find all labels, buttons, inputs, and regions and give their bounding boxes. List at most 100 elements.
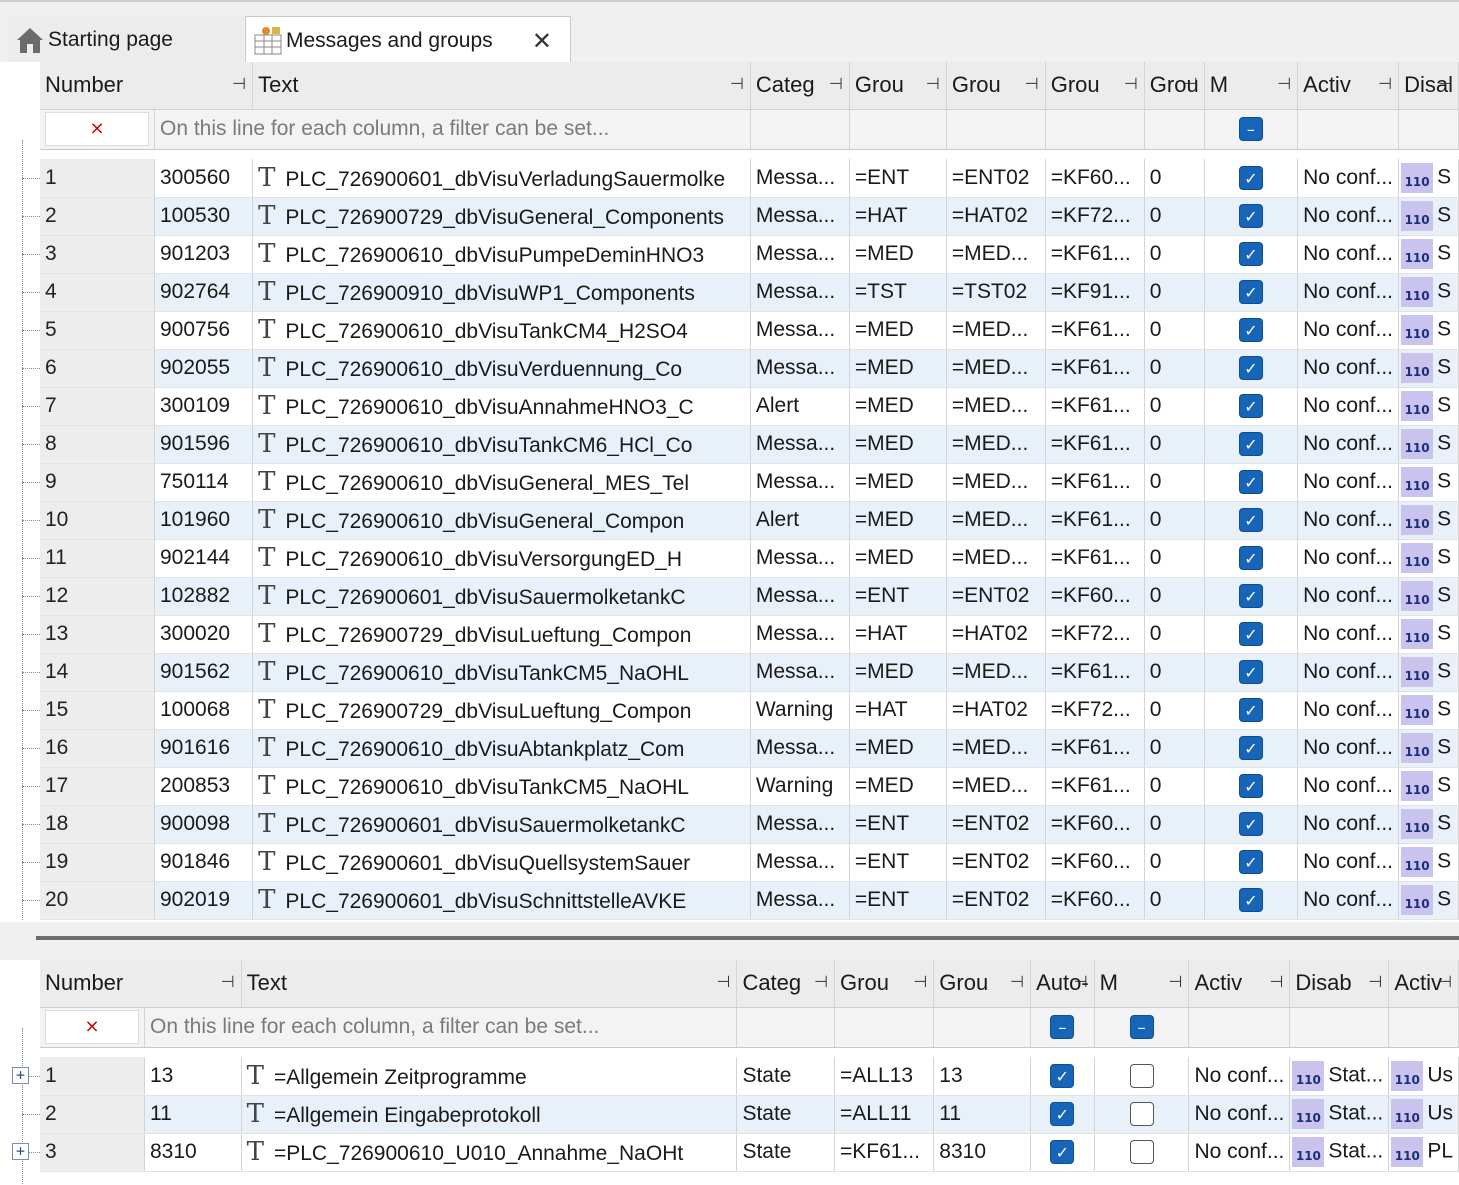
column-header[interactable]: Activ ⊣ (1297, 62, 1400, 110)
table-row[interactable]: 6 902055 T PLC_726900610_dbVisuVerduennung_… (40, 349, 1459, 388)
checkbox-checked-icon[interactable]: ✓ (1238, 318, 1263, 343)
table-row[interactable]: 1 13 T =Allgemein Zeitprogramme State =ALL13 1… (40, 1057, 1459, 1096)
pin-icon[interactable]: ⊣ (1074, 972, 1088, 991)
pin-icon[interactable]: ⊣ (913, 972, 927, 991)
column-header[interactable]: Number ⊣ (40, 960, 242, 1008)
table-row[interactable]: 4 902764 T PLC_726900910_dbVisuWP1_Componen… (40, 273, 1459, 312)
table-row[interactable]: 19 901846 T PLC_726900601_dbVisuQuellsystem… (40, 843, 1459, 882)
column-header[interactable]: Grou ⊣ (946, 62, 1046, 110)
pin-icon[interactable]: ⊣ (926, 74, 940, 93)
table-row[interactable]: 18 900098 T PLC_726900601_dbVisuSauermolket… (40, 805, 1459, 844)
table-row[interactable]: 3 8310 T =PLC_726900610_U010_Annahme_NaOHt S… (40, 1133, 1459, 1172)
table-row[interactable]: 1 300560 T PLC_726900601_dbVisuVerladungSau… (40, 159, 1459, 198)
filter-input[interactable]: On this line for each column, a filter c… (144, 1007, 738, 1048)
table-row[interactable]: 3 901203 T PLC_726900610_dbVisuPumpeDeminHN… (40, 235, 1459, 274)
splitter[interactable] (0, 922, 1459, 960)
pin-icon[interactable]: ⊣ (1184, 74, 1198, 93)
checkbox-checked-icon[interactable]: ✓ (1238, 508, 1263, 533)
column-header[interactable]: Categ ⊣ (736, 960, 836, 1008)
checkbox-unchecked-icon[interactable] (1129, 1140, 1154, 1165)
column-header[interactable]: Categ ⊣ (750, 62, 850, 110)
checkbox-checked-icon[interactable]: ✓ (1238, 165, 1263, 190)
column-header[interactable]: Disal ⊣ (1398, 62, 1459, 110)
column-header[interactable]: Grou ⊣ (834, 960, 935, 1008)
column-header[interactable]: M ⊣ (1204, 62, 1299, 110)
checkbox-checked-icon[interactable]: ✓ (1238, 888, 1263, 913)
pin-icon[interactable]: ⊣ (1169, 972, 1183, 991)
column-header[interactable]: M ⊣ (1094, 960, 1190, 1008)
table-row[interactable]: 10 101960 T PLC_726900610_dbVisuGeneral_Com… (40, 501, 1459, 540)
column-header[interactable]: Grou ⊣ (1045, 62, 1145, 110)
pin-icon[interactable]: ⊣ (1124, 74, 1138, 93)
filter-cell[interactable] (946, 109, 1046, 150)
filter-cell[interactable] (1045, 109, 1145, 150)
filter-cell[interactable]: – (1204, 109, 1299, 150)
expand-icon[interactable]: + (12, 1143, 29, 1160)
checkbox-checked-icon[interactable]: ✓ (1238, 546, 1263, 571)
table-row[interactable]: 12 102882 T PLC_726900601_dbVisuSauermolket… (40, 577, 1459, 616)
table-row[interactable]: 2 100530 T PLC_726900729_dbVisuGeneral_Comp… (40, 197, 1459, 236)
pin-icon[interactable]: ⊣ (1378, 74, 1392, 93)
column-header[interactable]: Text ⊣ (241, 960, 738, 1008)
pin-icon[interactable]: ⊣ (1277, 74, 1291, 93)
checkbox-checked-icon[interactable]: ✓ (1238, 774, 1263, 799)
filter-cell[interactable]: – (1094, 1007, 1190, 1048)
table-row[interactable]: 11 902144 T PLC_726900610_dbVisuVersorgungE… (40, 539, 1459, 578)
checkbox-checked-icon[interactable]: ✓ (1238, 356, 1263, 381)
filter-clear-icon[interactable]: ⨯ (45, 112, 149, 146)
filter-cell[interactable] (1188, 1007, 1291, 1048)
tab-starting-page[interactable]: Starting page (8, 16, 244, 64)
table-row[interactable]: 16 901616 T PLC_726900610_dbVisuAbtankplatz… (40, 729, 1459, 768)
filter-cell[interactable] (1297, 109, 1400, 150)
filter-cell[interactable] (750, 109, 850, 150)
pin-icon[interactable]: ⊣ (1438, 74, 1452, 93)
column-header[interactable]: Activ ⊣ (1188, 960, 1291, 1008)
pin-icon[interactable]: ⊣ (221, 972, 235, 991)
table-row[interactable]: 7 300109 T PLC_726900610_dbVisuAnnahmeHNO3_… (40, 387, 1459, 426)
partial-checkbox-icon[interactable]: – (1238, 117, 1263, 142)
checkbox-checked-icon[interactable]: ✓ (1238, 584, 1263, 609)
filter-cell[interactable] (849, 109, 947, 150)
close-icon[interactable]: ✕ (532, 27, 552, 56)
filter-cell[interactable] (1398, 109, 1459, 150)
checkbox-checked-icon[interactable]: ✓ (1238, 242, 1263, 267)
checkbox-checked-icon[interactable]: ✓ (1238, 470, 1263, 495)
filter-input[interactable]: On this line for each column, a filter c… (154, 109, 751, 150)
pin-icon[interactable]: ⊣ (1368, 972, 1382, 991)
table-row[interactable]: 14 901562 T PLC_726900610_dbVisuTankCM5_NaO… (40, 653, 1459, 692)
table-row[interactable]: 9 750114 T PLC_726900610_dbVisuGeneral_MES_… (40, 463, 1459, 502)
filter-cell[interactable] (834, 1007, 935, 1048)
table-row[interactable]: 8 901596 T PLC_726900610_dbVisuTankCM6_HCl_… (40, 425, 1459, 464)
pin-icon[interactable]: ⊣ (232, 74, 246, 93)
column-header[interactable]: Activ ⊣ (1388, 960, 1459, 1008)
filter-cell[interactable] (736, 1007, 836, 1048)
column-header[interactable]: Text ⊣ (252, 62, 751, 110)
pin-icon[interactable]: ⊣ (814, 972, 828, 991)
filter-cell[interactable] (1144, 109, 1205, 150)
checkbox-checked-icon[interactable]: ✓ (1238, 850, 1263, 875)
checkbox-checked-icon[interactable]: ✓ (1238, 812, 1263, 837)
partial-checkbox-icon[interactable]: – (1129, 1015, 1154, 1040)
pin-icon[interactable]: ⊣ (1025, 74, 1039, 93)
pin-icon[interactable]: ⊣ (1438, 972, 1452, 991)
table-row[interactable]: 20 902019 T PLC_726900601_dbVisuSchnittstel… (40, 881, 1459, 920)
table-row[interactable]: 13 300020 T PLC_726900729_dbVisuLueftung_Co… (40, 615, 1459, 654)
checkbox-checked-icon[interactable]: ✓ (1050, 1140, 1075, 1165)
expand-icon[interactable]: + (12, 1067, 29, 1084)
checkbox-checked-icon[interactable]: ✓ (1238, 394, 1263, 419)
checkbox-checked-icon[interactable]: ✓ (1050, 1063, 1075, 1088)
checkbox-unchecked-icon[interactable] (1129, 1102, 1154, 1127)
column-header[interactable]: Disab ⊣ (1289, 960, 1390, 1008)
table-row[interactable]: 2 11 T =Allgemein Eingabeprotokoll State =ALL… (40, 1095, 1459, 1134)
checkbox-checked-icon[interactable]: ✓ (1238, 280, 1263, 305)
column-header[interactable]: Auto- ⊣ (1030, 960, 1095, 1008)
checkbox-checked-icon[interactable]: ✓ (1238, 622, 1263, 647)
tab-messages-and-groups[interactable]: Messages and groups ✕ (245, 16, 571, 64)
filter-cell[interactable] (1289, 1007, 1390, 1048)
filter-cell[interactable] (1388, 1007, 1459, 1048)
checkbox-checked-icon[interactable]: ✓ (1238, 204, 1263, 229)
pin-icon[interactable]: ⊣ (717, 972, 731, 991)
pin-icon[interactable]: ⊣ (730, 74, 744, 93)
filter-clear-icon[interactable]: ⨯ (45, 1010, 139, 1044)
filter-cell[interactable]: – (1030, 1007, 1095, 1048)
